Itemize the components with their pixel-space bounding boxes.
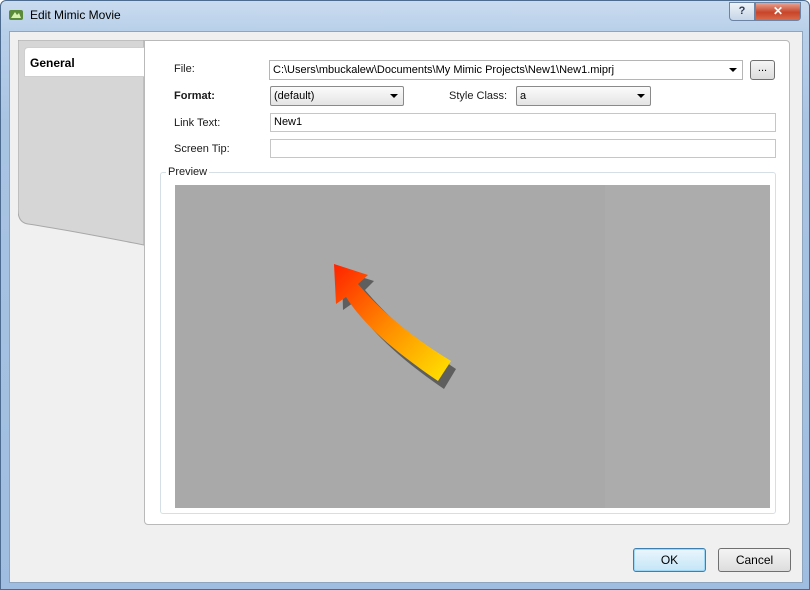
- format-label: Format:: [174, 90, 215, 102]
- format-select[interactable]: (default): [270, 86, 404, 106]
- help-button[interactable]: ?: [729, 2, 755, 21]
- link-text-input[interactable]: New1: [270, 113, 776, 132]
- style-class-label: Style Class:: [449, 90, 508, 102]
- cancel-button[interactable]: Cancel: [718, 548, 791, 572]
- title-bar[interactable]: Edit Mimic Movie ? ✕: [1, 1, 809, 31]
- close-button[interactable]: ✕: [755, 2, 801, 21]
- format-dropdown-arrow-icon[interactable]: [390, 94, 398, 98]
- style-class-value: a: [520, 90, 527, 102]
- format-value: (default): [274, 90, 315, 102]
- tab-general[interactable]: General: [24, 47, 146, 77]
- file-label: File:: [174, 63, 195, 75]
- mimic-app-icon: [9, 10, 23, 20]
- style-class-select[interactable]: a: [516, 86, 651, 106]
- file-path-value: C:\Users\mbuckalew\Documents\My Mimic Pr…: [273, 64, 615, 76]
- preview-area: [175, 185, 770, 508]
- preview-label: Preview: [166, 166, 210, 178]
- screen-tip-input[interactable]: [270, 139, 776, 158]
- window-title: Edit Mimic Movie: [30, 8, 121, 22]
- file-dropdown-arrow-icon[interactable]: [729, 68, 737, 72]
- screen-tip-label: Screen Tip:: [174, 143, 230, 155]
- link-text-label: Link Text:: [174, 117, 221, 129]
- ok-button[interactable]: OK: [633, 548, 706, 572]
- browse-button[interactable]: ...: [750, 60, 775, 80]
- tab-general-label: General: [30, 56, 75, 70]
- file-combo[interactable]: C:\Users\mbuckalew\Documents\My Mimic Pr…: [269, 60, 743, 80]
- arrow-icon: [334, 264, 456, 389]
- style-class-dropdown-arrow-icon[interactable]: [637, 94, 645, 98]
